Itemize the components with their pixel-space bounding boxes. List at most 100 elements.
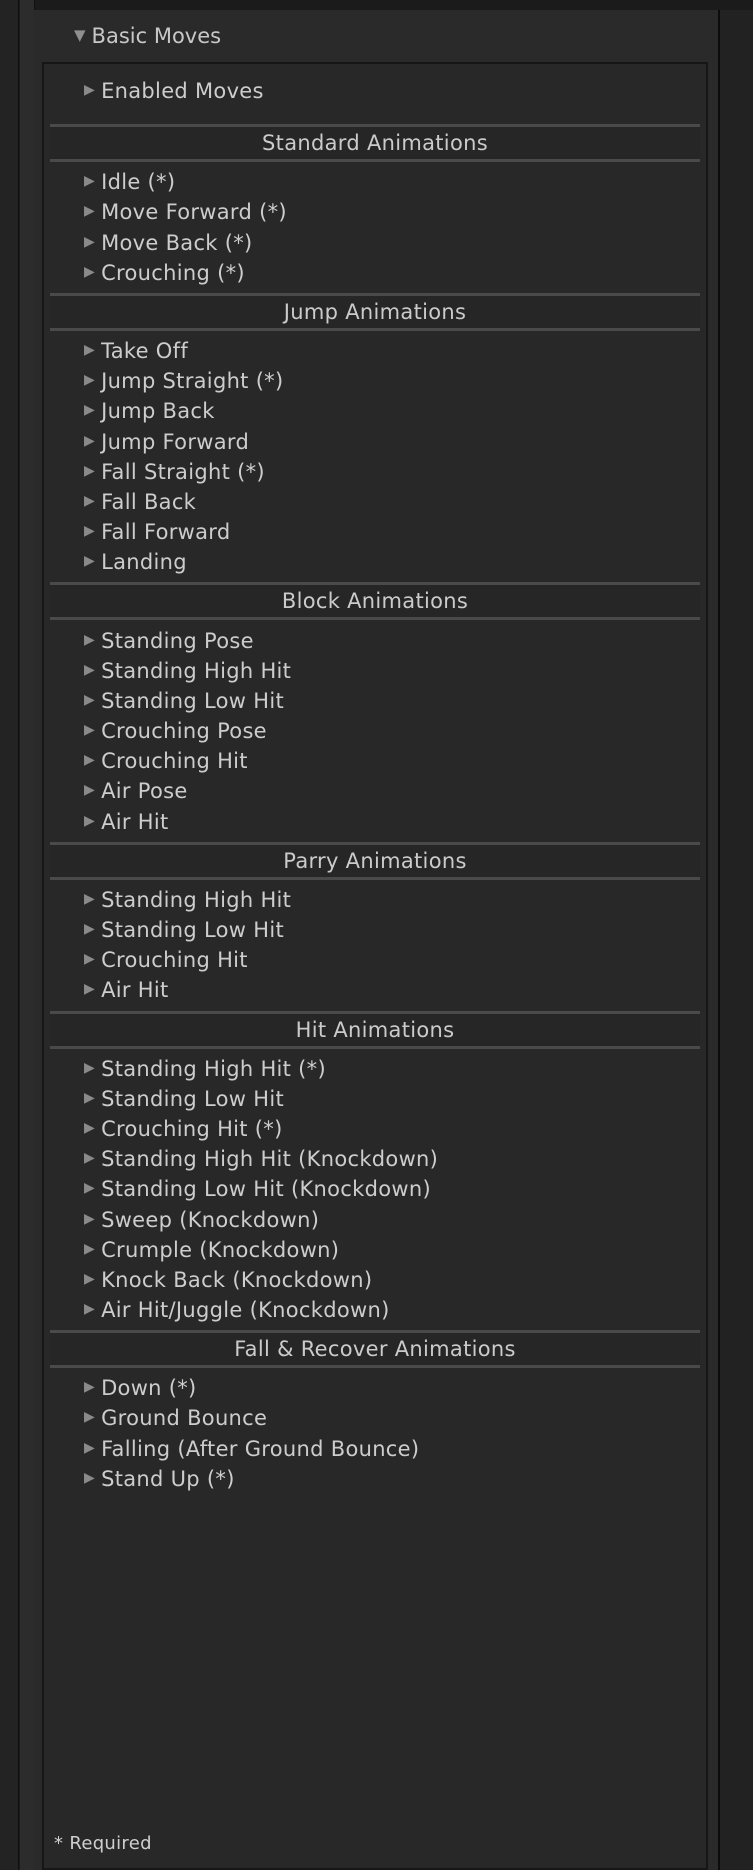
foldout-label: Down (*)	[101, 1376, 197, 1401]
foldout-label: Enabled Moves	[101, 79, 264, 104]
triangle-right-icon: ▶	[84, 921, 96, 938]
foldout-knock-back-knockdown[interactable]: ▶ Knock Back (Knockdown)	[44, 1265, 706, 1295]
foldout-down-required[interactable]: ▶ Down (*)	[44, 1373, 706, 1403]
scrollbar-track[interactable]	[718, 10, 753, 1870]
triangle-right-icon: ▶	[84, 691, 96, 708]
foldout-move-forward-required[interactable]: ▶ Move Forward (*)	[44, 197, 706, 227]
foldout-jump-straight-required[interactable]: ▶ Jump Straight (*)	[44, 366, 706, 396]
foldout-fall-straight-required[interactable]: ▶ Fall Straight (*)	[44, 457, 706, 487]
foldout-label: Standing High Hit (*)	[101, 1056, 326, 1081]
left-gutter	[20, 0, 35, 1870]
triangle-right-icon: ▶	[84, 1270, 96, 1287]
triangle-right-icon: ▶	[84, 432, 96, 449]
triangle-right-icon: ▶	[84, 1409, 96, 1426]
foldout-take-off[interactable]: ▶ Take Off	[44, 336, 706, 366]
section-header-standard-animations: Standard Animations	[50, 124, 700, 163]
triangle-right-icon: ▶	[84, 981, 96, 998]
triangle-right-icon: ▶	[84, 1089, 96, 1106]
triangle-right-icon: ▶	[84, 1150, 96, 1167]
foldout-label: Standing Low Hit	[101, 918, 284, 943]
foldout-idle-required[interactable]: ▶ Idle (*)	[44, 167, 706, 197]
basic-moves-content: ▶ Enabled Moves Standard Animations ▶ Idle (…	[42, 62, 708, 1870]
foldout-label: Air Pose	[101, 779, 188, 804]
foldout-air-pose[interactable]: ▶ Air Pose	[44, 776, 706, 806]
triangle-right-icon: ▶	[84, 82, 96, 99]
triangle-right-icon: ▶	[84, 722, 96, 739]
foldout-standing-low-hit[interactable]: ▶ Standing Low Hit	[44, 915, 706, 945]
foldout-fall-back[interactable]: ▶ Fall Back	[44, 487, 706, 517]
foldout-fall-forward[interactable]: ▶ Fall Forward	[44, 517, 706, 547]
foldout-jump-back[interactable]: ▶ Jump Back	[44, 396, 706, 426]
triangle-right-icon: ▶	[84, 1379, 96, 1396]
foldout-standing-high-hit-required[interactable]: ▶ Standing High Hit (*)	[44, 1054, 706, 1084]
foldout-sweep-knockdown[interactable]: ▶ Sweep (Knockdown)	[44, 1204, 706, 1234]
foldout-label: Standing High Hit	[101, 887, 292, 912]
foldout-standing-low-hit[interactable]: ▶ Standing Low Hit	[44, 1084, 706, 1114]
foldout-label: Take Off	[101, 339, 189, 364]
triangle-right-icon: ▶	[84, 1210, 96, 1227]
section-header-hit-animations: Hit Animations	[50, 1010, 700, 1049]
foldout-standing-pose[interactable]: ▶ Standing Pose	[44, 625, 706, 655]
foldout-label: Fall Straight (*)	[101, 459, 265, 484]
foldout-crouching-pose[interactable]: ▶ Crouching Pose	[44, 716, 706, 746]
foldout-standing-high-hit-knockdown[interactable]: ▶ Standing High Hit (Knockdown)	[44, 1144, 706, 1174]
foldout-crouching-hit[interactable]: ▶ Crouching Hit	[44, 945, 706, 975]
foldout-label: Sweep (Knockdown)	[101, 1207, 320, 1232]
foldout-move-back-required[interactable]: ▶ Move Back (*)	[44, 228, 706, 258]
triangle-right-icon: ▶	[84, 1439, 96, 1456]
inspector-panel: ▼ Basic Moves ▶ Enabled Moves Standard Ani…	[34, 10, 718, 1870]
foldout-standing-low-hit[interactable]: ▶ Standing Low Hit	[44, 686, 706, 716]
foldout-landing[interactable]: ▶ Landing	[44, 547, 706, 577]
foldout-label: Move Back (*)	[101, 230, 253, 255]
foldout-crouching-required[interactable]: ▶ Crouching (*)	[44, 258, 706, 288]
triangle-right-icon: ▶	[84, 372, 96, 389]
triangle-right-icon: ▶	[84, 951, 96, 968]
foldout-falling-after-ground-bounce[interactable]: ▶ Falling (After Ground Bounce)	[44, 1434, 706, 1464]
triangle-right-icon: ▶	[84, 1469, 96, 1486]
foldout-stand-up-required[interactable]: ▶ Stand Up (*)	[44, 1464, 706, 1494]
foldout-air-hit[interactable]: ▶ Air Hit	[44, 807, 706, 837]
foldout-label: Standing Pose	[101, 628, 254, 653]
foldout-air-hit-juggle-knockdown[interactable]: ▶ Air Hit/Juggle (Knockdown)	[44, 1295, 706, 1325]
foldout-label: Air Hit	[101, 978, 169, 1003]
foldout-enabled-moves[interactable]: ▶ Enabled Moves	[44, 76, 706, 106]
triangle-right-icon: ▶	[84, 233, 96, 250]
triangle-right-icon: ▶	[84, 203, 96, 220]
triangle-right-icon: ▶	[84, 462, 96, 479]
triangle-right-icon: ▶	[84, 553, 96, 570]
foldout-label: Crouching Hit (*)	[101, 1116, 283, 1141]
required-footnote: * Required	[54, 1833, 152, 1854]
triangle-right-icon: ▶	[84, 173, 96, 190]
foldout-crouching-hit[interactable]: ▶ Crouching Hit	[44, 746, 706, 776]
foldout-label: Air Hit	[101, 809, 169, 834]
foldout-standing-low-hit-knockdown[interactable]: ▶ Standing Low Hit (Knockdown)	[44, 1174, 706, 1204]
foldout-label: Jump Back	[101, 399, 215, 424]
foldout-label: Stand Up (*)	[101, 1466, 235, 1491]
triangle-right-icon: ▶	[84, 492, 96, 509]
basic-moves-foldout[interactable]: ▼ Basic Moves	[34, 10, 718, 62]
foldout-crumple-knockdown[interactable]: ▶ Crumple (Knockdown)	[44, 1235, 706, 1265]
foldout-label: Move Forward (*)	[101, 200, 287, 225]
foldout-label: Falling (After Ground Bounce)	[101, 1436, 420, 1461]
triangle-right-icon: ▶	[84, 263, 96, 280]
foldout-label: Standing Low Hit (Knockdown)	[101, 1177, 431, 1202]
foldout-standing-high-hit[interactable]: ▶ Standing High Hit	[44, 656, 706, 686]
foldout-ground-bounce[interactable]: ▶ Ground Bounce	[44, 1403, 706, 1433]
foldout-crouching-hit-required[interactable]: ▶ Crouching Hit (*)	[44, 1114, 706, 1144]
foldout-standing-high-hit[interactable]: ▶ Standing High Hit	[44, 885, 706, 915]
triangle-right-icon: ▶	[84, 812, 96, 829]
triangle-right-icon: ▶	[84, 752, 96, 769]
foldout-label: Fall Forward	[101, 520, 231, 545]
foldout-label: Crumple (Knockdown)	[101, 1237, 340, 1262]
triangle-right-icon: ▶	[84, 661, 96, 678]
moves-list: ▶ Enabled Moves Standard Animations ▶ Idle (…	[44, 64, 706, 1499]
foldout-jump-forward[interactable]: ▶ Jump Forward	[44, 427, 706, 457]
section-header-jump-animations: Jump Animations	[50, 292, 700, 331]
triangle-right-icon: ▶	[84, 1119, 96, 1136]
triangle-right-icon: ▶	[84, 523, 96, 540]
triangle-right-icon: ▶	[84, 631, 96, 648]
triangle-right-icon: ▶	[84, 342, 96, 359]
triangle-right-icon: ▶	[84, 402, 96, 419]
foldout-air-hit[interactable]: ▶ Air Hit	[44, 975, 706, 1005]
foldout-label: Crouching Hit	[101, 948, 248, 973]
